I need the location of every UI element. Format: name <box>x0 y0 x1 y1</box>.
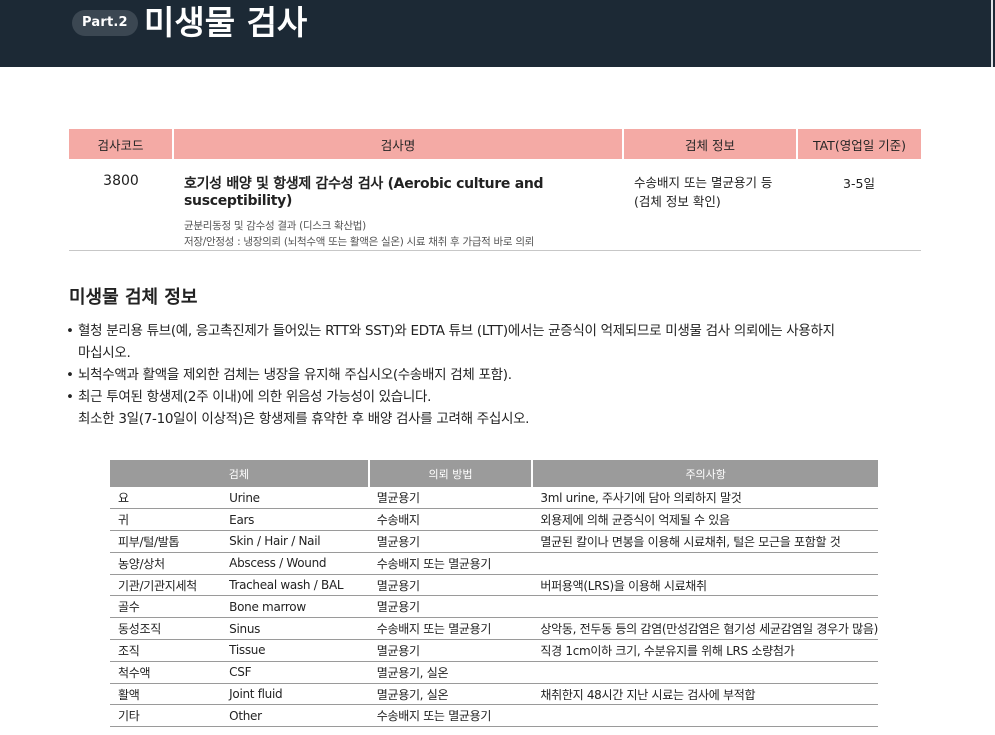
specimen-note <box>532 661 878 684</box>
specimen-note <box>532 552 878 575</box>
specimen-ko: 동성조직 <box>110 617 230 641</box>
specimen-table-header-row: 검체 의뢰 방법 주의사항 <box>110 460 878 487</box>
table-row: 동성조직 Sinus 수송배지 또는 멸균용기 상악동, 전두동 등의 감염(만… <box>110 617 878 641</box>
specimen-en: Other <box>229 704 369 728</box>
specimen-info-line1: 수송배지 또는 멸균용기 등 <box>634 175 773 190</box>
tat-value: 3-5일 <box>843 176 875 191</box>
table-row: 3800 호기성 배양 및 항생제 감수성 검사 (Aerobic cultur… <box>69 159 921 251</box>
table-row: 요 Urine 멸균용기 3ml urine, 주사기에 담아 의뢰하지 말것 <box>110 487 878 510</box>
specimen-table: 검체 의뢰 방법 주의사항 요 Urine 멸균용기 3ml urine, 주사… <box>110 460 878 728</box>
specimen-ko: 피부/털/발톱 <box>110 530 230 553</box>
specimen-ko: 척수액 <box>110 661 230 684</box>
specimen-en: Skin / Hair / Nail <box>229 530 369 553</box>
test-info-table: 검사코드 검사명 검체 정보 TAT(영업일 기준) 3800 호기성 배양 및… <box>69 129 921 251</box>
specimen-info-line2: (검체 정보 확인) <box>634 194 721 209</box>
specimen-method: 수송배지 <box>368 508 533 532</box>
specimen-ko: 기관/기관지세척 <box>110 574 230 597</box>
specimen-method: 멸균용기 <box>368 639 533 662</box>
table-row: 활액 Joint fluid 멸균용기, 실온 채취한지 48시간 지난 시료는… <box>110 683 878 706</box>
specimen-en: Ears <box>229 508 369 532</box>
page-title: 미생물 검사 <box>144 3 308 42</box>
bullet-icon: • <box>66 323 74 339</box>
header-method: 의뢰 방법 <box>368 460 534 487</box>
table-row: 조직 Tissue 멸균용기 직경 1cm이하 크기, 수분유지를 위해 LRS… <box>110 639 878 662</box>
table-row: 기관/기관지세척 Tracheal wash / BAL 멸균용기 버퍼용액(L… <box>110 574 878 597</box>
bullet-icon: • <box>66 367 74 383</box>
note-line: 혈청 분리용 튜브(예, 응고촉진제가 들어있는 RTT와 SST)와 EDTA… <box>78 323 835 339</box>
test-method-note: 균분리동정 및 감수성 결과 (디스크 확산법) <box>184 220 366 232</box>
table-row: 척수액 CSF 멸균용기, 실온 <box>110 661 878 684</box>
specimen-en: Sinus <box>229 617 369 641</box>
specimen-ko: 농양/상처 <box>110 552 230 575</box>
list-item: • 최근 투여된 항생제(2주 이내)에 의한 위음성 가능성이 있습니다. 최… <box>66 386 926 430</box>
note-line: 뇌척수액과 활액을 제외한 검체는 냉장을 유지해 주십시오(수송배지 검체 포… <box>78 367 512 383</box>
note-line: 최근 투여된 항생제(2주 이내)에 의한 위음성 가능성이 있습니다. <box>78 389 432 405</box>
test-code: 3800 <box>103 173 139 189</box>
bullet-icon: • <box>66 389 74 405</box>
table-row: 농양/상처 Abscess / Wound 수송배지 또는 멸균용기 <box>110 552 878 575</box>
specimen-note: 상악동, 전두동 등의 감염(만성감염은 혐기성 세균감염일 경우가 많음) <box>532 617 878 641</box>
specimen-en: Joint fluid <box>229 683 369 706</box>
table-row: 골수 Bone marrow 멸균용기 <box>110 595 878 619</box>
specimen-en: Abscess / Wound <box>229 552 369 575</box>
note-line: 마십시오. <box>78 345 131 361</box>
specimen-ko: 기타 <box>110 704 230 728</box>
specimen-ko: 조직 <box>110 639 230 662</box>
specimen-note: 채취한지 48시간 지난 시료는 검사에 부적합 <box>532 683 878 706</box>
specimen-note: 멸균된 칼이나 면봉을 이용해 시료채취, 털은 모근을 포함할 것 <box>532 530 878 553</box>
section-heading: 미생물 검체 정보 <box>69 287 198 308</box>
specimen-ko: 요 <box>110 487 230 510</box>
specimen-method: 멸균용기, 실온 <box>368 661 533 684</box>
header-caution: 주의사항 <box>685 467 726 481</box>
specimen-method: 멸균용기 <box>368 595 533 619</box>
specimen-method: 멸균용기 <box>368 487 533 510</box>
header-tat: TAT(영업일 기준) <box>812 137 907 153</box>
storage-note: 저장/안정성 : 냉장의뢰 (뇌척수액 또는 활액은 실온) 시료 채취 후 가… <box>184 236 535 248</box>
specimen-method: 멸균용기, 실온 <box>368 683 533 706</box>
specimen-method: 멸균용기 <box>368 530 533 553</box>
table-row: 기타 Other 수송배지 또는 멸균용기 <box>110 704 878 728</box>
table-row: 피부/털/발톱 Skin / Hair / Nail 멸균용기 멸균된 칼이나 … <box>110 530 878 553</box>
specimen-note: 직경 1cm이하 크기, 수분유지를 위해 LRS 소량첨가 <box>532 639 878 662</box>
specimen-en: CSF <box>229 661 369 684</box>
header-bar: Part.2 미생물 검사 <box>0 0 993 67</box>
specimen-note: 버퍼용액(LRS)을 이용해 시료채취 <box>532 574 878 597</box>
specimen-en: Tracheal wash / BAL <box>229 574 369 597</box>
header-specimen-info: 검체 정보 <box>623 129 798 159</box>
part-badge: Part.2 <box>72 10 138 36</box>
specimen-en: Tissue <box>229 639 369 662</box>
specimen-method: 수송배지 또는 멸균용기 <box>368 552 533 575</box>
test-name-cell: 호기성 배양 및 항생제 감수성 검사 (Aerobic culture and… <box>173 159 623 251</box>
specimen-info-cell: 수송배지 또는 멸균용기 등 (검체 정보 확인) <box>623 159 797 251</box>
list-item: • 혈청 분리용 튜브(예, 응고촉진제가 들어있는 RTT와 SST)와 ED… <box>66 320 926 364</box>
test-details: 균분리동정 및 감수성 결과 (디스크 확산법) 저장/안정성 : 냉장의뢰 (… <box>184 218 623 250</box>
header-specimen: 검체 <box>110 460 370 487</box>
specimen-note <box>532 704 878 728</box>
test-name: 호기성 배양 및 항생제 감수성 검사 (Aerobic culture and… <box>184 176 544 209</box>
header-test-code: 검사코드 <box>69 129 174 159</box>
table-row: 귀 Ears 수송배지 외용제에 의해 균증식이 억제될 수 있음 <box>110 508 878 532</box>
notes-list: • 혈청 분리용 튜브(예, 응고촉진제가 들어있는 RTT와 SST)와 ED… <box>66 320 926 430</box>
specimen-ko: 귀 <box>110 508 230 532</box>
specimen-method: 멸균용기 <box>368 574 533 597</box>
header-test-name: 검사명 <box>173 129 624 159</box>
specimen-note: 외용제에 의해 균증식이 억제될 수 있음 <box>532 508 878 532</box>
specimen-ko: 골수 <box>110 595 230 619</box>
specimen-method: 수송배지 또는 멸균용기 <box>368 617 533 641</box>
specimen-en: Bone marrow <box>229 595 369 619</box>
specimen-note: 3ml urine, 주사기에 담아 의뢰하지 말것 <box>532 487 878 510</box>
specimen-ko: 활액 <box>110 683 230 706</box>
list-item: • 뇌척수액과 활액을 제외한 검체는 냉장을 유지해 주십시오(수송배지 검체… <box>66 364 926 386</box>
page-header: Part.2 미생물 검사 <box>0 0 995 67</box>
note-line: 최소한 3일(7-10일이 이상적)은 항생제를 휴약한 후 배양 검사를 고려… <box>78 411 530 427</box>
specimen-en: Urine <box>229 487 369 510</box>
specimen-note <box>532 595 878 619</box>
test-info-header-row: 검사코드 검사명 검체 정보 TAT(영업일 기준) <box>69 129 921 159</box>
specimen-method: 수송배지 또는 멸균용기 <box>368 704 533 728</box>
